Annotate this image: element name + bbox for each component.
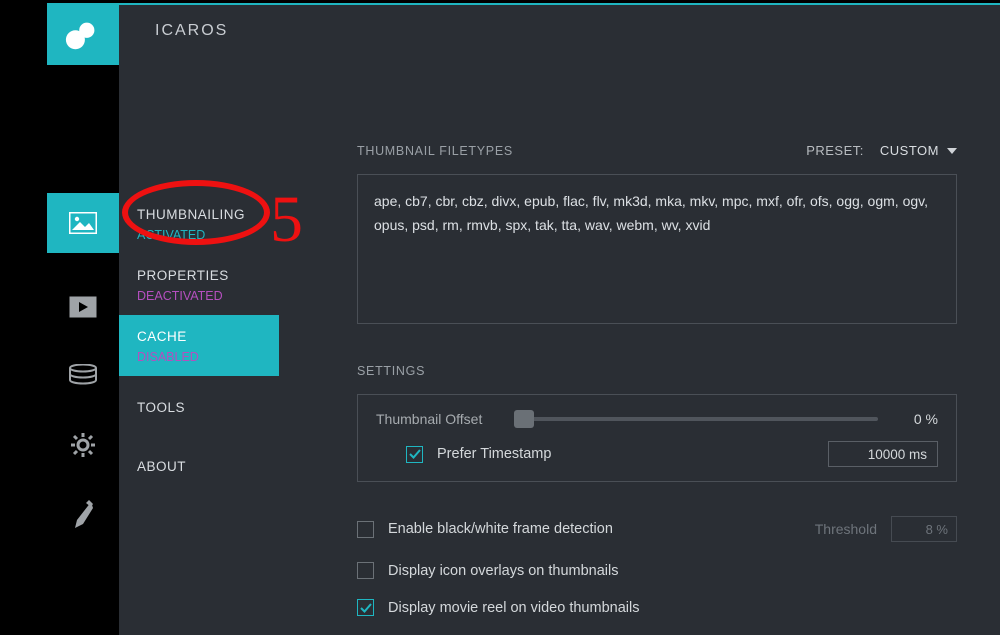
sidebar-item-properties[interactable]: PROPERTIES DEACTIVATED [119,254,279,315]
check-icon [360,602,372,614]
properties-rail-icon[interactable] [47,277,119,337]
offset-value: 0 % [888,411,938,427]
app-logo [47,5,119,65]
prefer-timestamp-label: Prefer Timestamp [437,446,551,462]
icon-rail [47,65,119,635]
prefer-timestamp-checkbox[interactable] [406,446,423,463]
offset-label: Thumbnail Offset [376,411,504,427]
sidebar-item-status: ACTIVATED [137,228,261,242]
bw-checkbox[interactable] [357,521,374,538]
preset-label: PRESET: [806,143,864,158]
offset-slider[interactable] [514,417,878,421]
check-icon [409,448,421,460]
bw-detection-row: Enable black/white frame detection Thres… [357,516,957,542]
prefer-timestamp-row: Prefer Timestamp 10000 ms [376,441,938,467]
sidebar-spacer [119,65,279,193]
timestamp-input[interactable]: 10000 ms [828,441,938,467]
offset-row: Thumbnail Offset 0 % [376,411,938,427]
filetypes-label: THUMBNAIL FILETYPES [357,144,513,158]
sidebar-item-label: THUMBNAILING [137,207,261,222]
sidebar-item-label: ABOUT [137,459,261,474]
sidebar-item-status: DEACTIVATED [137,289,261,303]
sidebar-item-tools[interactable]: TOOLS [119,376,279,439]
settings-box: Thumbnail Offset 0 % Prefer Timestamp 10… [357,394,957,482]
settings-label: SETTINGS [357,364,1000,378]
sidebar-item-label: CACHE [137,329,261,344]
reel-checkbox[interactable] [357,599,374,616]
overlay-checkbox[interactable] [357,562,374,579]
reel-row: Display movie reel on video thumbnails [357,599,957,616]
sidebar-item-thumbnailing[interactable]: THUMBNAILING ACTIVATED [119,193,279,254]
preset-value-text: CUSTOM [880,143,939,158]
preset-dropdown[interactable]: CUSTOM [880,143,957,158]
sidebar-item-status: DISABLED [137,350,261,364]
threshold-label: Threshold [815,521,877,537]
sidebar-item-label: PROPERTIES [137,268,261,283]
main-panel: THUMBNAIL FILETYPES PRESET: CUSTOM ape, … [279,65,1000,635]
overlay-label: Display icon overlays on thumbnails [388,563,619,579]
app-title: ICAROS [155,22,228,40]
cache-rail-icon[interactable] [47,345,119,405]
sidebar-item-label: TOOLS [137,400,261,415]
threshold-input[interactable]: 8 % [891,516,957,542]
slider-thumb[interactable] [514,410,534,428]
sidebar: THUMBNAILING ACTIVATED PROPERTIES DEACTI… [119,65,279,635]
filetypes-header: THUMBNAIL FILETYPES PRESET: CUSTOM [357,143,957,158]
preset-wrap: PRESET: CUSTOM [806,143,957,158]
about-rail-icon[interactable] [47,485,119,545]
thumbnailing-rail-icon[interactable] [47,193,119,253]
bw-label: Enable black/white frame detection [388,521,613,537]
chevron-down-icon [947,148,957,154]
sidebar-item-cache[interactable]: CACHE DISABLED [119,315,279,376]
threshold-wrap: Threshold 8 % [815,516,957,542]
reel-label: Display movie reel on video thumbnails [388,600,639,616]
tools-rail-icon[interactable] [47,415,119,475]
filetypes-textbox[interactable]: ape, cb7, cbr, cbz, divx, epub, flac, fl… [357,174,957,324]
sidebar-item-about[interactable]: ABOUT [119,439,279,486]
overlay-row: Display icon overlays on thumbnails [357,562,957,579]
